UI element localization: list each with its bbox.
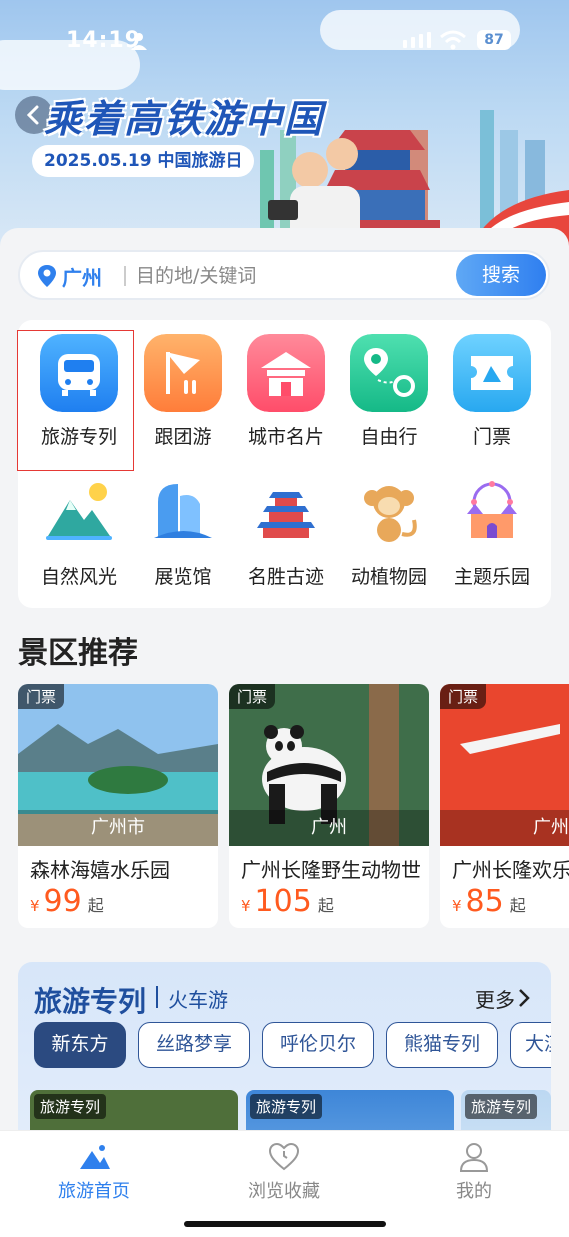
scenic-section-title: 景区推荐	[18, 636, 138, 671]
category-tickets[interactable]: 门票	[431, 320, 535, 448]
home-mountain-icon	[80, 1145, 110, 1169]
mountain-icon	[46, 483, 112, 540]
price-value: 99	[43, 884, 82, 919]
thumb-tag: 旅游专列	[465, 1094, 538, 1119]
scenic-price: ¥85 起	[452, 884, 526, 919]
temple-icon	[257, 492, 315, 538]
nav-label: 旅游首页	[58, 1181, 130, 1202]
location-city[interactable]: 广州	[62, 262, 102, 291]
scenic-price: ¥99 起	[30, 884, 104, 919]
search-bar: 广州 搜索	[18, 250, 550, 300]
price-suffix: 起	[87, 896, 104, 915]
scenic-card[interactable]: 门票 广州 广州长隆野生动物世 ¥105 起	[229, 684, 429, 928]
flag-icon	[144, 334, 222, 412]
chip-hulunbuir[interactable]: 呼伦贝尔	[262, 1022, 374, 1068]
category-theme-park[interactable]: 主题乐园	[431, 460, 535, 588]
title-separator	[156, 986, 158, 1008]
price-value: 85	[465, 884, 504, 919]
scenic-name: 森林海嬉水乐园	[30, 858, 170, 882]
category-nature[interactable]: 自然风光	[18, 460, 122, 588]
chevron-right-icon[interactable]	[517, 988, 531, 1008]
scenic-name: 广州长隆野生动物世	[241, 858, 421, 882]
castle-icon	[467, 481, 517, 538]
building-icon	[247, 334, 325, 412]
scenic-price: ¥105 起	[241, 884, 334, 919]
hero-banner: 14:19 87 乘着高铁游中国 2025.05.19 中国旅游日	[0, 0, 569, 250]
category-label: 主题乐园	[453, 566, 530, 588]
category-zoo[interactable]: 动植物园	[328, 460, 432, 588]
chip-new-east[interactable]: 新东方	[34, 1022, 126, 1068]
chip-silk-road[interactable]: 丝路梦享	[138, 1022, 250, 1068]
signal-icon	[403, 32, 431, 48]
person-icon	[131, 33, 147, 50]
nav-home[interactable]: 旅游首页	[34, 1141, 154, 1211]
scenic-city: 广州市	[18, 810, 218, 846]
category-exhibition[interactable]: 展览馆	[122, 460, 226, 588]
category-label: 门票	[472, 426, 511, 448]
thumb-tag: 旅游专列	[34, 1094, 107, 1119]
location-pin-icon[interactable]	[38, 265, 56, 287]
nav-profile[interactable]: 我的	[414, 1141, 534, 1211]
thumb-tag: 旅游专列	[250, 1094, 323, 1119]
currency-symbol: ¥	[30, 897, 40, 915]
museum-icon	[154, 484, 212, 538]
tourist-train-subtitle: 火车游	[168, 988, 228, 1012]
category-historic[interactable]: 名胜古迹	[225, 460, 329, 588]
currency-symbol: ¥	[241, 897, 251, 915]
chip-desert[interactable]: 大漠	[510, 1022, 551, 1068]
heart-clock-icon	[268, 1142, 300, 1171]
category-free-travel[interactable]: 自由行	[328, 320, 432, 448]
search-button[interactable]: 搜索	[456, 254, 546, 296]
monkey-icon	[364, 486, 417, 542]
currency-symbol: ¥	[452, 897, 462, 915]
more-link[interactable]: 更多	[475, 984, 515, 1013]
scenic-name: 广州长隆欢乐	[452, 858, 569, 882]
nav-label: 浏览收藏	[248, 1181, 320, 1202]
wifi-icon	[440, 30, 466, 50]
scenic-tag: 门票	[440, 684, 487, 709]
battery-indicator: 87	[477, 30, 511, 50]
scenic-city: 广州	[229, 810, 429, 846]
scenic-tag: 门票	[229, 684, 276, 709]
price-value: 105	[254, 884, 312, 919]
scenic-tag: 门票	[18, 684, 65, 709]
tourist-train-title: 旅游专列	[34, 985, 147, 1018]
search-input[interactable]	[136, 260, 436, 292]
ticket-icon	[453, 334, 531, 412]
nav-favorites[interactable]: 浏览收藏	[224, 1141, 344, 1211]
bottom-nav: 旅游首页 浏览收藏 我的	[0, 1130, 569, 1237]
category-group-tour[interactable]: 跟团游	[122, 320, 226, 448]
nav-label: 我的	[456, 1181, 492, 1202]
price-suffix: 起	[509, 896, 526, 915]
user-icon	[459, 1143, 489, 1172]
search-divider	[124, 266, 126, 286]
price-suffix: 起	[317, 896, 334, 915]
banner-date-badge: 2025.05.19 中国旅游日	[32, 145, 255, 177]
route-icon	[350, 334, 428, 412]
highlight-box	[17, 330, 134, 471]
status-bar: 14:19 87	[0, 24, 569, 60]
scenic-city: 广州	[440, 810, 569, 846]
scenic-card[interactable]: 门票 广州 广州长隆欢乐 ¥85 起	[440, 684, 569, 928]
category-city-card[interactable]: 城市名片	[225, 320, 329, 448]
chip-panda[interactable]: 熊猫专列	[386, 1022, 498, 1068]
banner-title: 乘着高铁游中国	[44, 97, 325, 141]
home-indicator	[184, 1221, 386, 1227]
scenic-card[interactable]: 门票 广州市 森林海嬉水乐园 ¥99 起	[18, 684, 218, 928]
